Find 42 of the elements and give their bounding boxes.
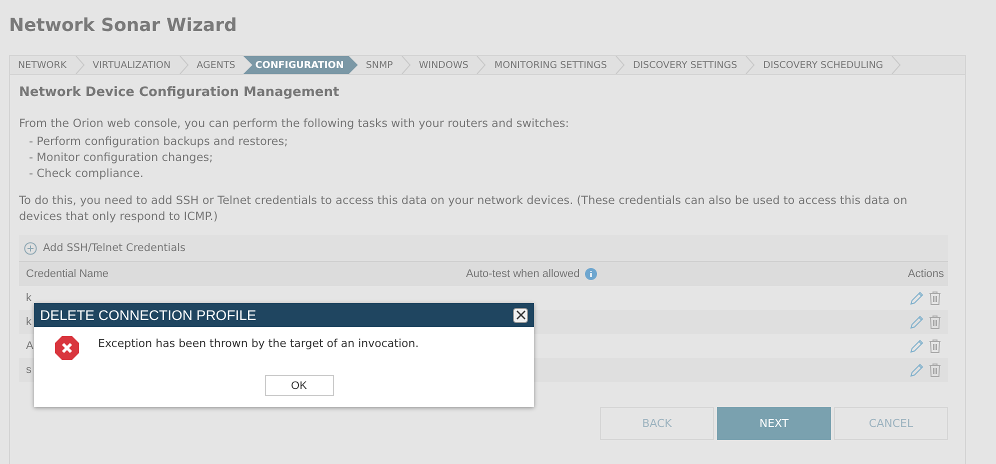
column-header: Credential Name	[26, 268, 110, 280]
pencil-icon[interactable]	[910, 291, 924, 305]
pencil-icon[interactable]	[910, 315, 924, 329]
wizard-step-tab[interactable]: CONFIGURATION	[243, 56, 358, 74]
wizard-step-tab[interactable]: DISCOVERY SCHEDULING	[755, 56, 892, 74]
wizard-step-tab[interactable]: AGENTS	[188, 56, 244, 74]
wizard-step-tab[interactable]: WINDOWS	[410, 56, 476, 74]
error-message: Exception has been thrown by the target of an invocation.	[98, 337, 419, 350]
task-item: - Check compliance.	[29, 166, 144, 182]
wizard-step-tab[interactable]: SNMP	[358, 56, 401, 74]
window-title: Network Sonar Wizard	[9, 14, 238, 38]
plus-icon	[24, 242, 37, 254]
trash-icon[interactable]	[929, 291, 941, 305]
table-cell: s	[26, 364, 32, 376]
dialog-title: DELETE CONNECTION PROFILE	[40, 307, 256, 323]
wizard-step-tab[interactable]: VIRTUALIZATION	[84, 56, 179, 74]
column-header: Actions	[908, 268, 944, 280]
column-header: Auto-test when allowed	[466, 268, 580, 280]
note-text: To do this, you need to add SSH or Telnet credentials to access this data on your network devices. (These credentials can also be used to access this data on devices that only respond to ICMP.)	[19, 193, 908, 225]
section-heading: Network Device Configuration Management	[19, 85, 340, 100]
wizard-step-tab[interactable]: DISCOVERY SETTINGS	[624, 56, 746, 74]
wizard-step-tab[interactable]: MONITORING SETTINGS	[486, 56, 615, 74]
trash-icon[interactable]	[929, 339, 941, 353]
pencil-icon[interactable]	[910, 339, 924, 353]
wizard-step-tab[interactable]: NETWORK	[10, 56, 75, 74]
table-cell: k	[26, 292, 32, 304]
trash-icon[interactable]	[929, 363, 941, 377]
add-credentials-button[interactable]: Add SSH/Telnet Credentials	[24, 242, 186, 254]
trash-icon[interactable]	[929, 315, 941, 329]
error-icon	[54, 335, 80, 361]
pencil-icon[interactable]	[910, 363, 924, 377]
info-icon	[584, 268, 597, 280]
ok-button[interactable]: OK	[264, 375, 334, 396]
wizard-button[interactable]: CANCEL	[834, 407, 948, 440]
close-button[interactable]	[513, 308, 528, 322]
task-item: - Monitor configuration changes;	[29, 150, 214, 166]
intro-text: From the Orion web console, you can perform the following tasks with your routers and switches:	[19, 117, 570, 130]
table-cell: k	[26, 316, 32, 328]
task-item: - Perform configuration backups and restores;	[29, 134, 289, 150]
next-button[interactable]: NEXT	[717, 407, 831, 440]
wizard-button[interactable]: BACK	[600, 407, 714, 440]
table-cell: A	[26, 340, 34, 352]
